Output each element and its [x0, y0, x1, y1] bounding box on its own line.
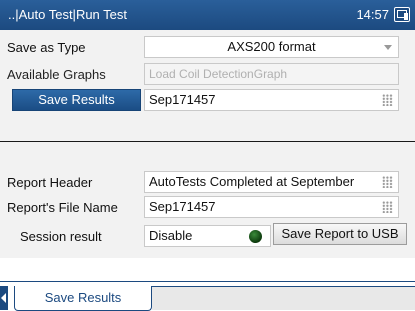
save-results-button-label: Save Results — [38, 92, 115, 107]
save-as-type-dropdown[interactable]: AXS200 format — [144, 36, 399, 58]
save-report-to-usb-button[interactable]: Save Report to USB — [273, 223, 407, 245]
tab-bar-line — [0, 281, 415, 282]
chevron-left-icon[interactable] — [0, 286, 8, 310]
save-results-button[interactable]: Save Results — [12, 89, 141, 111]
tab-save-results-label: Save Results — [44, 290, 122, 305]
session-result-label: Session result — [20, 229, 102, 244]
save-report-to-usb-label: Save Report to USB — [281, 226, 399, 241]
keyboard-icon[interactable] — [382, 201, 393, 213]
report-header-label: Report Header — [7, 175, 93, 190]
save-as-type-label: Save as Type — [7, 40, 86, 55]
save-as-type-value: AXS200 format — [227, 39, 316, 54]
tab-bar-empty-area — [152, 286, 415, 310]
tab-save-results[interactable]: Save Results — [14, 286, 152, 311]
report-file-name-input[interactable]: Sep171457 — [144, 196, 399, 218]
keyboard-icon[interactable] — [382, 94, 393, 106]
save-results-filename-value: Sep171457 — [149, 92, 216, 107]
save-results-filename-input[interactable]: Sep171457 — [144, 89, 399, 111]
report-header-value: AutoTests Completed at September — [149, 174, 355, 189]
chevron-down-icon — [384, 45, 392, 50]
report-header-input[interactable]: AutoTests Completed at September — [144, 171, 399, 193]
tab-bar: Save Results — [0, 258, 415, 311]
session-result-field[interactable]: Disable — [144, 225, 271, 247]
title-bar: ..|Auto Test|Run Test 14:57 — [0, 0, 415, 30]
available-graphs-field: Load Coil DetectionGraph — [144, 63, 399, 85]
clock-time: 14:57 — [356, 7, 389, 22]
available-graphs-value: Load Coil DetectionGraph — [149, 67, 288, 81]
main-panel: Save as Type AXS200 format Available Gra… — [0, 30, 415, 258]
available-graphs-label: Available Graphs — [7, 67, 106, 82]
status-led-icon — [249, 230, 262, 243]
screen-capture-icon[interactable] — [394, 7, 410, 22]
window-title: ..|Auto Test|Run Test — [8, 7, 128, 22]
report-file-name-label: Report's File Name — [7, 200, 118, 215]
keyboard-icon[interactable] — [382, 176, 393, 188]
section-divider — [0, 141, 415, 142]
report-file-name-value: Sep171457 — [149, 199, 216, 214]
session-result-value: Disable — [149, 228, 193, 243]
